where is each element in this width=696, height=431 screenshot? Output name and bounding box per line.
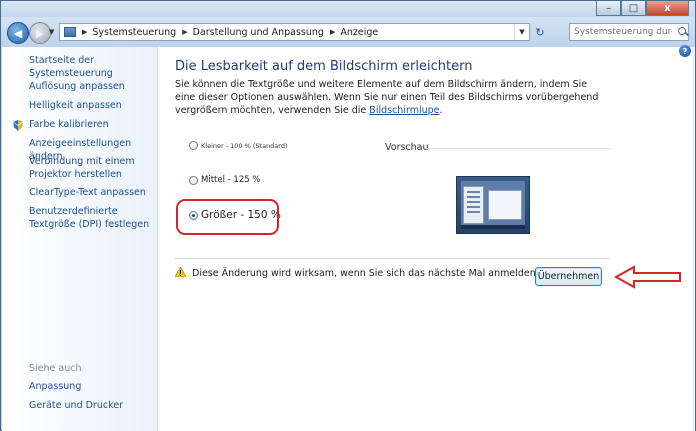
sidebar-item-geraete-drucker[interactable]: Geräte und Drucker [29,400,154,413]
description-end: . [439,105,443,116]
back-button[interactable]: ◀ [7,22,29,44]
breadcrumb-systemsteuerung[interactable]: Systemsteuerung [92,27,176,38]
sidebar-item-helligkeit[interactable]: Helligkeit anpassen [29,100,154,113]
breadcrumb-separator-icon[interactable]: ▶ [182,28,187,36]
sidebar-item-dpi[interactable]: Benutzerdefinierte Textgröße (DPI) festl… [29,206,154,231]
forward-button[interactable]: ▶ [29,22,51,44]
breadcrumb-separator-icon[interactable]: ▶ [82,28,87,36]
refresh-icon[interactable]: ↻ [532,24,548,40]
close-button[interactable]: x [646,1,689,16]
preview-divider [425,148,610,149]
address-bar[interactable]: ▶ Systemsteuerung ▶ Darstellung und Anpa… [59,23,530,41]
address-controls: ▼ [514,24,529,40]
minimize-button[interactable]: – [596,1,621,16]
content-area: Startseite der Systemsteuerung Auflösung… [2,45,695,431]
search-input[interactable] [570,26,674,38]
radio-mittel[interactable] [189,175,198,185]
page-title: Die Lesbarkeit auf dem Bildschirm erleic… [175,59,473,74]
control-panel-window: – □ x ◀ ▶ ▼ ▶ Systemsteuerung ▶ Darstell… [0,0,696,431]
sidebar-home-link[interactable]: Startseite der Systemsteuerung [29,55,154,80]
shield-icon [13,120,23,131]
sidebar: Startseite der Systemsteuerung Auflösung… [2,47,158,431]
apply-button[interactable]: Übernehmen [535,267,602,286]
annotation-arrow-icon [614,265,681,289]
preview-label: Vorschau [385,142,429,153]
help-icon[interactable]: ? [679,45,691,57]
navigation-bar: ◀ ▶ ▼ ▶ Systemsteuerung ▶ Darstellung un… [1,17,695,47]
preview-window-large [488,190,522,220]
annotation-ring [176,199,279,235]
preview-window-small [463,186,484,224]
bottom-divider [175,258,610,259]
warning-message: Diese Änderung wird wirksam, wenn Sie si… [192,268,539,279]
recent-pages-dropdown-icon[interactable]: ▼ [49,28,54,36]
page-description: Sie können die Textgröße und weitere Ele… [175,78,610,117]
sidebar-item-farbe-kalibrieren[interactable]: Farbe kalibrieren [29,119,154,132]
sidebar-item-projektor[interactable]: Verbindung mit einem Projektor herstelle… [29,156,154,181]
option-kleiner[interactable]: Kleiner - 100 % (Standard) [189,141,288,150]
window-controls: – □ x [596,1,689,16]
control-panel-icon [64,27,76,37]
preview-screen [461,181,525,229]
preview-monitor-image [456,176,530,234]
breadcrumb-anzeige[interactable]: Anzeige [340,27,378,38]
sidebar-item-cleartype[interactable]: ClearType-Text anpassen [29,187,154,200]
sidebar-item-aufloesung[interactable]: Auflösung anpassen [29,81,154,94]
option-kleiner-label: Kleiner - 100 % (Standard) [201,141,288,150]
address-dropdown-icon[interactable]: ▼ [514,24,529,40]
main-panel: ? Die Lesbarkeit auf dem Bildschirm erle… [158,45,695,431]
sidebar-item-anpassung[interactable]: Anpassung [29,381,154,394]
search-icon[interactable] [676,25,689,39]
content-edge [692,47,695,431]
preview-taskbar [461,225,525,229]
breadcrumb-separator-icon[interactable]: ▶ [330,28,335,36]
option-mittel-label: Mittel - 125 % [201,175,261,185]
breadcrumb-darstellung[interactable]: Darstellung und Anpassung [193,27,324,38]
title-bar: – □ x [1,1,695,17]
bildschirmlupe-link[interactable]: Bildschirmlupe [369,105,439,116]
see-also-header: Siehe auch [29,363,82,374]
option-mittel[interactable]: Mittel - 125 % [189,175,260,185]
maximize-button[interactable]: □ [621,1,646,16]
search-box[interactable] [569,23,689,41]
warning-icon [175,267,186,277]
radio-kleiner[interactable] [189,141,198,150]
